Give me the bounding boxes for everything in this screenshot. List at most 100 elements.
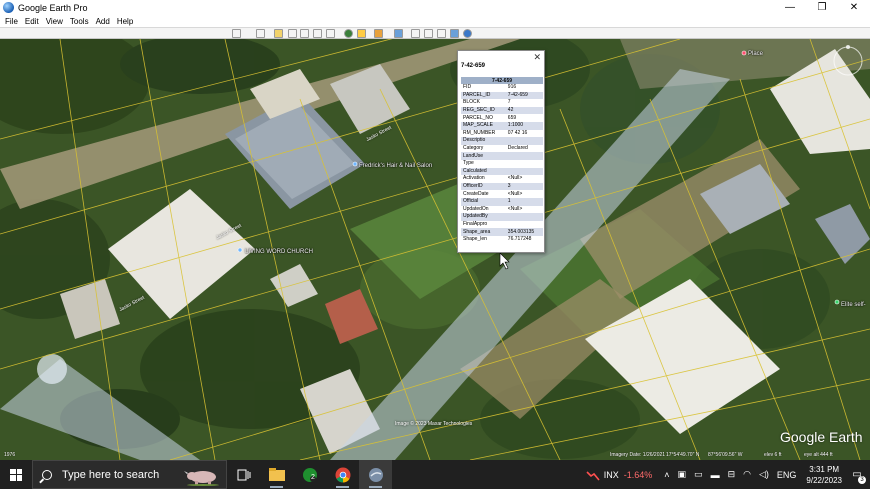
attr-value: 7-42-659 — [505, 91, 543, 100]
save-image-icon[interactable] — [437, 29, 446, 38]
google-earth-taskbar-icon — [368, 467, 383, 482]
menu-tools[interactable]: Tools — [70, 17, 89, 26]
chevron-up-icon[interactable]: ˄ — [664, 470, 669, 480]
attr-value: 42 — [505, 106, 543, 115]
battery-icon[interactable]: ▬ — [711, 470, 720, 480]
google-earth-icon — [3, 2, 14, 13]
menu-edit[interactable]: Edit — [25, 17, 39, 26]
attr-key: MAP_SCALE — [461, 121, 506, 130]
attr-key: CreateDate — [463, 190, 489, 197]
start-button[interactable] — [0, 460, 32, 489]
ruler-icon[interactable] — [394, 29, 403, 38]
monitor-icon[interactable]: ▭ — [694, 469, 703, 480]
attr-value: <Null> — [507, 205, 523, 212]
table-row: MAP_SCALE 1:1000 — [461, 121, 543, 130]
view-in-maps-icon[interactable] — [450, 29, 459, 38]
maximize-button[interactable]: ❐ — [806, 0, 838, 15]
attr-key: BLOCK — [463, 99, 480, 106]
salon-place-label[interactable]: Fredrick's Hair & Nail Salon — [359, 163, 432, 169]
attr-key: RM_NUMBER — [463, 129, 496, 136]
xbox-icon — [302, 467, 317, 482]
record-tour-icon[interactable] — [326, 29, 335, 38]
table-row: Shape_area 354.003135 — [461, 228, 543, 236]
clock[interactable]: 3:31 PM 9/22/2023 — [806, 464, 842, 486]
menu-add[interactable]: Add — [96, 17, 110, 26]
longitude-readout: 87°56'09.56" W — [708, 452, 743, 458]
table-row: FID 916 — [461, 84, 543, 92]
taskbar: Type here to search 2 INX -1.64% ˄ ▣ ▭ ▬… — [0, 460, 870, 489]
attribute-table-header: 7-42-659 — [461, 77, 543, 84]
elite-place-label[interactable]: Elite self- — [841, 302, 866, 308]
earth-gallery-icon[interactable] — [463, 29, 472, 38]
image-overlay-icon[interactable] — [313, 29, 322, 38]
close-icon[interactable]: ✕ — [533, 52, 541, 63]
planets-icon[interactable] — [374, 29, 383, 38]
church-place-label[interactable]: LIVING WORD CHURCH — [245, 249, 313, 255]
attr-value — [506, 221, 543, 229]
attr-value: 1 — [505, 197, 543, 206]
table-row: Shape_len 76.717248 — [461, 236, 543, 244]
window-controls: — ❐ ✕ — [774, 0, 870, 15]
placemark-icon[interactable] — [274, 29, 283, 38]
path-icon[interactable] — [300, 29, 309, 38]
chrome-button[interactable] — [326, 460, 359, 489]
file-explorer-button[interactable] — [260, 460, 293, 489]
table-row: PARCEL_ID 7-42-659 — [461, 91, 543, 100]
menu-bar: File Edit View Tools Add Help — [0, 15, 870, 27]
attr-value: 3 — [505, 182, 543, 191]
email-icon[interactable] — [411, 29, 420, 38]
task-view-button[interactable] — [227, 460, 260, 489]
wifi-icon[interactable]: ◠ — [743, 469, 751, 480]
network-icon[interactable]: ⊟ — [728, 469, 736, 480]
imagery-date: Imagery Date: 1/26/2021 — [610, 452, 666, 458]
latitude-readout: 17°54'49.70" N — [666, 452, 700, 458]
search-panel-icon[interactable] — [232, 29, 241, 38]
table-row: Descriptio — [461, 137, 543, 145]
table-row: RM_NUMBER 07 42 16 — [461, 130, 543, 138]
elevation-readout: elev 6 ft — [764, 452, 782, 458]
table-row: Official 1 — [461, 197, 543, 206]
language-indicator[interactable]: ENG — [777, 470, 797, 480]
meet-now-icon[interactable]: ▣ — [678, 469, 687, 480]
menu-help[interactable]: Help — [117, 17, 133, 26]
xbox-app-button[interactable]: 2 — [293, 460, 326, 489]
clock-date: 9/22/2023 — [806, 475, 842, 485]
table-row: UpdatedBy — [461, 213, 543, 221]
windows-icon — [10, 468, 22, 481]
google-earth-taskbar-button[interactable] — [359, 460, 392, 489]
menu-file[interactable]: File — [5, 17, 18, 26]
map-view[interactable]: Fredrick's Hair & Nail Salon LIVING WORD… — [0, 39, 870, 460]
notification-count: 3 — [858, 475, 866, 484]
attr-value: 7 — [507, 99, 511, 106]
attr-value — [505, 152, 543, 160]
polygon-icon[interactable] — [288, 29, 297, 38]
taskbar-search-box[interactable]: Type here to search — [32, 460, 227, 489]
attr-value — [505, 167, 543, 176]
attr-value: 1:1000 — [505, 121, 543, 130]
attr-key: Calculated — [461, 167, 506, 176]
close-button[interactable]: ✕ — [838, 0, 870, 15]
attr-value — [505, 137, 543, 145]
chrome-icon — [335, 467, 350, 483]
attr-key: Activation — [463, 175, 485, 182]
minimize-button[interactable]: — — [774, 0, 806, 15]
attr-key: Shape_len — [463, 236, 487, 243]
window-title: Google Earth Pro — [18, 2, 88, 13]
notifications-button[interactable]: ▭ 3 — [848, 466, 866, 484]
sidebar-icon[interactable] — [256, 29, 265, 38]
attr-key: PARCEL_ID — [461, 91, 506, 100]
attr-value: <Null> — [507, 175, 523, 182]
print-icon[interactable] — [424, 29, 433, 38]
rhino-illustration-icon — [184, 471, 219, 486]
historical-imagery-icon[interactable] — [344, 29, 353, 38]
sunlight-icon[interactable] — [357, 29, 366, 38]
stock-ticker[interactable]: INX — [604, 470, 619, 480]
attr-key: REG_SEC_ID — [461, 106, 506, 115]
search-icon — [42, 469, 52, 480]
menu-view[interactable]: View — [46, 17, 63, 26]
stock-change[interactable]: -1.64% — [624, 470, 653, 480]
top-place-label[interactable]: Place — [748, 51, 763, 57]
attr-key: LandUse — [461, 152, 506, 160]
volume-icon[interactable]: ◁) — [759, 469, 769, 480]
scale-legend: 1976 — [4, 452, 16, 458]
